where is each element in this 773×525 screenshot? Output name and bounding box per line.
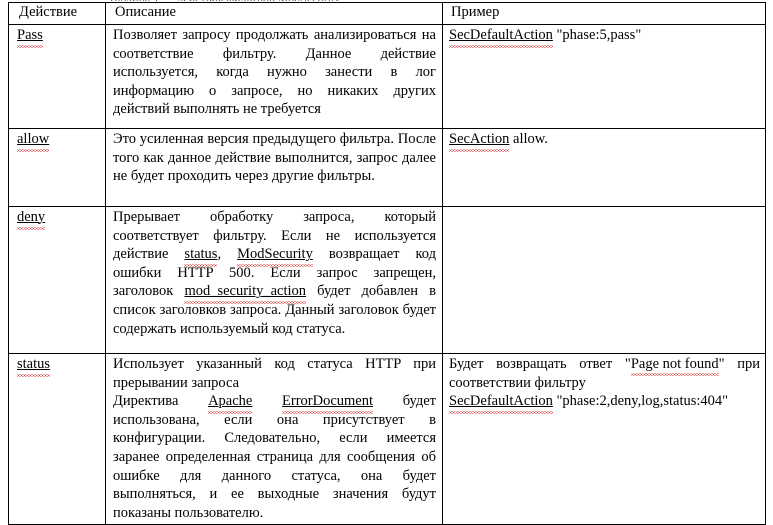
description-text: Прерывает обработку запроса, который соо…: [113, 208, 436, 338]
column-header-example: Пример: [442, 2, 766, 25]
description-text: Директива Apache ErrorDocument будет исп…: [113, 392, 436, 522]
example-args: "phase:2,deny,log,status:404": [552, 393, 729, 410]
description-cell-allow: Это усиленная версия предыдущего фильтра…: [105, 128, 443, 207]
description-fragment: Директива: [113, 393, 209, 410]
table-row: status Использует указанный код статуса …: [8, 352, 766, 525]
action-cell-status: status: [8, 352, 106, 525]
example-args: "phase:5,pass": [552, 27, 642, 43]
description-text: Это усиленная версия предыдущего фильтра…: [113, 131, 436, 185]
table-header-row: Действие Описание Пример: [8, 2, 766, 25]
example-cell-deny: [442, 206, 766, 354]
example-cell-pass: SecDefaultAction "phase:5,pass": [442, 24, 766, 129]
description-fragment: будет использована, если она присутствуе…: [113, 393, 436, 521]
action-cell-deny: deny: [8, 206, 106, 354]
column-header-description: Описание: [105, 2, 443, 25]
action-name-status: status: [17, 356, 51, 377]
term-errordocument: ErrorDocument: [282, 393, 374, 414]
directive-secdefaultaction: SecDefaultAction: [449, 393, 553, 414]
action-cell-pass: Pass: [8, 24, 106, 129]
table-row: deny Прерывает обработку запроса, которы…: [8, 206, 766, 354]
term-page-not-found: Page not found: [630, 356, 719, 376]
directive-secdefaultaction: SecDefaultAction: [449, 27, 553, 48]
example-cell-status: Будет возвращать ответ "Page not found" …: [442, 352, 766, 525]
example-text: SecAction allow.: [449, 130, 760, 152]
column-header-example-label: Пример: [451, 4, 500, 20]
example-text-line1: Будет возвращать ответ "Page not found" …: [449, 355, 760, 392]
term-modsecurity: ModSecurity: [237, 246, 313, 267]
example-fragment: Будет возвращать ответ ": [449, 356, 631, 372]
table-row: allow Это усиленная версия предыдущего ф…: [8, 128, 766, 207]
example-text-line2: SecDefaultAction "phase:2,deny,log,statu…: [449, 392, 760, 414]
column-header-action-label: Действие: [19, 4, 78, 20]
actions-table: Действие Описание Пример Pass Позволяет …: [8, 2, 766, 525]
description-text-line1: Использует указанный код статуса HTTP пр…: [113, 356, 436, 391]
description-cell-status: Использует указанный код статуса HTTP пр…: [105, 352, 443, 525]
example-args: allow.: [509, 131, 548, 147]
column-header-action: Действие: [8, 2, 106, 25]
term-mod-security-action: mod_security_action: [184, 283, 307, 304]
term-apache: Apache: [208, 393, 253, 414]
action-name-allow: allow: [17, 131, 50, 152]
cut-off-top-text: Таблица 1 — действия фильтров ModSecurit…: [108, 0, 708, 1]
description-text: Позволяет запросу продолжать анализирова…: [113, 27, 436, 118]
example-cell-allow: SecAction allow.: [442, 128, 766, 207]
description-fragment: [252, 393, 282, 409]
action-cell-allow: allow: [8, 128, 106, 207]
description-cell-pass: Позволяет запросу продолжать анализирова…: [105, 24, 443, 129]
term-status: status: [184, 246, 218, 267]
description-fragment: ,: [217, 246, 238, 263]
description-cell-deny: Прерывает обработку запроса, который соо…: [105, 206, 443, 354]
directive-secaction: SecAction: [449, 131, 510, 152]
column-header-description-label: Описание: [115, 4, 176, 20]
action-name-pass: Pass: [17, 27, 43, 48]
action-name-deny: deny: [17, 209, 46, 230]
example-text: SecDefaultAction "phase:5,pass": [449, 26, 760, 48]
table-row: Pass Позволяет запросу продолжать анализ…: [8, 24, 766, 129]
